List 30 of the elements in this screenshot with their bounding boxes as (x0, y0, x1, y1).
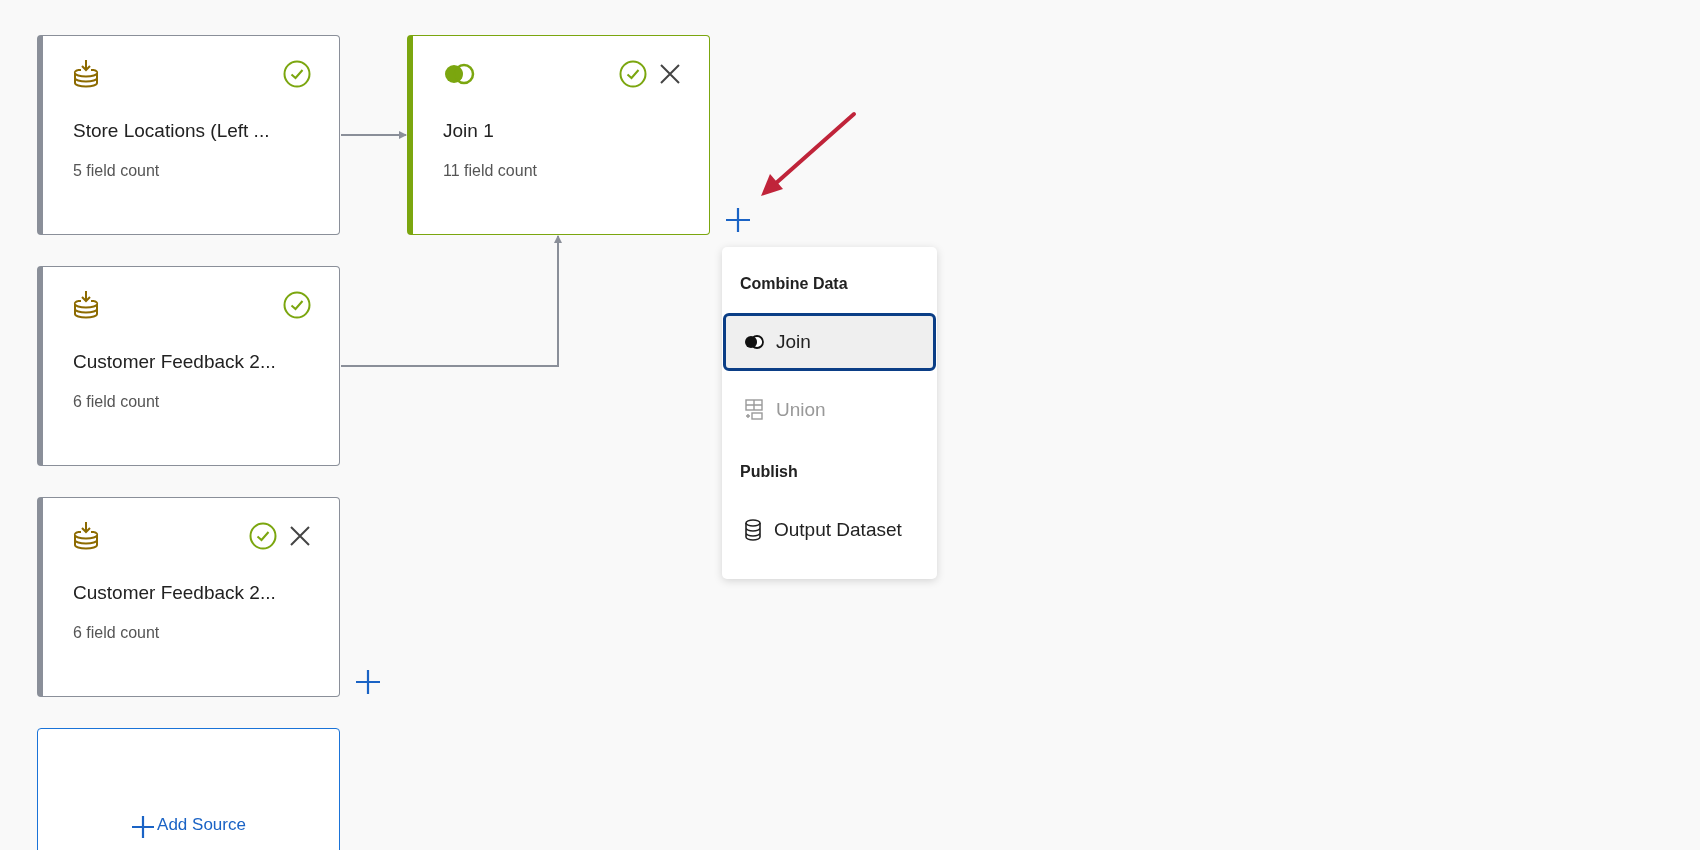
close-icon[interactable] (289, 525, 311, 547)
join-icon (443, 62, 475, 86)
field-count: 6 field count (73, 624, 161, 642)
database-download-icon (73, 59, 99, 89)
node-title: Join 1 (443, 120, 495, 142)
node-title: Customer Feedback 2... (73, 582, 277, 604)
join-icon (744, 334, 764, 350)
close-icon[interactable] (659, 63, 681, 85)
field-count: 11 field count (443, 162, 538, 180)
field-count: 5 field count (73, 162, 161, 180)
database-download-icon (73, 290, 99, 320)
add-icon[interactable] (725, 207, 751, 233)
menu-heading: Publish (739, 462, 799, 482)
join-node[interactable]: Join 1 11 field count (407, 35, 710, 235)
node-title: Customer Feedback 2... (73, 351, 277, 373)
menu-heading: Combine Data (739, 274, 849, 294)
add-icon[interactable] (355, 669, 381, 695)
add-source-button[interactable]: Add Source (37, 728, 340, 850)
node-title: Store Locations (Left ... (73, 120, 271, 142)
source-node[interactable]: Customer Feedback 2... 6 field count (37, 266, 340, 466)
menu-item[interactable]: Join (723, 313, 936, 371)
menu-item[interactable]: Output Dataset (723, 501, 936, 559)
database-icon (744, 519, 762, 541)
connector-arrow (340, 131, 407, 139)
database-download-icon (73, 521, 99, 551)
source-node[interactable]: Store Locations (Left ... 5 field count (37, 35, 340, 235)
source-node[interactable]: Customer Feedback 2... 6 field count (37, 497, 340, 697)
field-count: 6 field count (73, 393, 161, 411)
union-icon (744, 399, 764, 421)
plus-icon (131, 815, 156, 839)
